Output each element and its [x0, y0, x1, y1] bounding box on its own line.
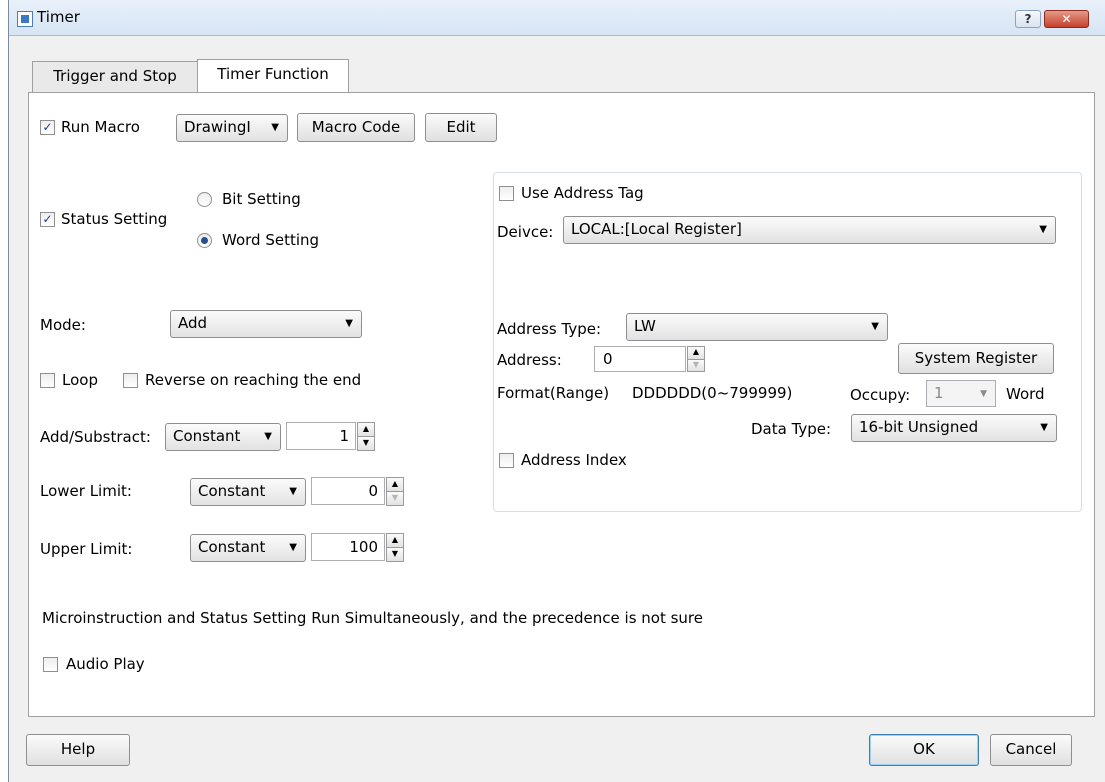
lower-limit-up-arrow-icon[interactable]: ▲ — [386, 477, 404, 492]
close-button[interactable]: ✕ — [1044, 10, 1089, 28]
reverse-label: Reverse on reaching the end — [145, 371, 362, 389]
add-substract-down-arrow-icon[interactable]: ▼ — [357, 436, 375, 451]
add-substract-up-arrow-icon[interactable]: ▲ — [357, 422, 375, 437]
data-type-select[interactable]: 16-bit Unsigned ▼ — [851, 414, 1057, 442]
chevron-down-icon: ▼ — [871, 321, 879, 332]
occupy-unit: Word — [1006, 385, 1045, 403]
address-input[interactable]: 0 — [594, 346, 686, 372]
add-substract-type-select[interactable]: Constant ▼ — [165, 423, 281, 451]
mode-select[interactable]: Add ▼ — [170, 310, 362, 338]
macro-select[interactable]: DrawingI ▼ — [176, 114, 288, 142]
help-icon-button[interactable]: ? — [1015, 10, 1041, 28]
chevron-down-icon: ▼ — [289, 542, 297, 553]
add-substract-input[interactable]: 1 — [286, 422, 356, 450]
mode-select-value: Add — [178, 314, 208, 332]
upper-limit-down-arrow-icon[interactable]: ▼ — [386, 547, 404, 562]
tab-trigger-and-stop[interactable]: Trigger and Stop — [32, 61, 198, 92]
lower-limit-label: Lower Limit: — [40, 482, 132, 500]
bit-setting-radio[interactable] — [197, 192, 212, 207]
lower-limit-type-select[interactable]: Constant ▼ — [190, 478, 306, 506]
run-macro-checkbox[interactable]: ✓ — [40, 120, 55, 135]
word-setting-label: Word Setting — [222, 231, 320, 249]
lower-limit-down-arrow-icon: ▼ — [386, 491, 404, 506]
cancel-button[interactable]: Cancel — [990, 734, 1072, 766]
address-index-label: Address Index — [521, 451, 627, 469]
system-register-button[interactable]: System Register — [898, 343, 1054, 374]
add-substract-type-value: Constant — [173, 427, 241, 445]
app-icon — [17, 11, 33, 27]
mode-label: Mode: — [40, 316, 86, 334]
chevron-down-icon: ▼ — [1039, 224, 1047, 235]
device-select-value: LOCAL:[Local Register] — [571, 220, 742, 238]
loop-checkbox[interactable] — [40, 373, 55, 388]
macro-select-value: DrawingI — [184, 118, 251, 136]
macro-code-button[interactable]: Macro Code — [297, 113, 415, 142]
occupy-value: 1 — [934, 384, 944, 402]
use-address-tag-label: Use Address Tag — [521, 184, 644, 202]
help-button[interactable]: Help — [26, 734, 130, 766]
precedence-note: Microinstruction and Status Setting Run … — [42, 609, 703, 627]
chevron-down-icon: ▼ — [1040, 422, 1048, 433]
lower-limit-input[interactable]: 0 — [311, 477, 385, 505]
address-type-value: LW — [634, 317, 656, 335]
upper-limit-type-value: Constant — [198, 538, 266, 556]
occupy-select: 1 ▼ — [926, 380, 996, 407]
chevron-down-icon: ▼ — [345, 318, 353, 329]
format-value: DDDDDD(0~799999) — [632, 384, 793, 402]
chevron-down-icon: ▼ — [264, 431, 272, 442]
upper-limit-up-arrow-icon[interactable]: ▲ — [386, 533, 404, 548]
lower-limit-type-value: Constant — [198, 482, 266, 500]
address-down-arrow-icon: ▼ — [687, 359, 705, 372]
chevron-down-icon: ▼ — [980, 389, 987, 399]
address-up-arrow-icon[interactable]: ▲ — [687, 346, 705, 360]
address-index-checkbox[interactable] — [499, 453, 514, 468]
upper-limit-input[interactable]: 100 — [311, 533, 385, 561]
chevron-down-icon: ▼ — [289, 486, 297, 497]
status-setting-label: Status Setting — [61, 210, 168, 228]
ok-button[interactable]: OK — [869, 734, 979, 766]
use-address-tag-checkbox[interactable] — [499, 186, 514, 201]
upper-limit-type-select[interactable]: Constant ▼ — [190, 534, 306, 562]
tab-timer-function[interactable]: Timer Function — [197, 59, 349, 92]
data-type-value: 16-bit Unsigned — [859, 418, 979, 436]
title-bar: Timer ? ✕ — [9, 0, 1105, 36]
window-title: Timer — [37, 8, 80, 26]
add-substract-label: Add/Substract: — [40, 428, 151, 446]
device-label: Deivce: — [497, 223, 554, 241]
device-select[interactable]: LOCAL:[Local Register] ▼ — [563, 216, 1056, 244]
chevron-down-icon: ▼ — [271, 122, 279, 133]
status-setting-checkbox[interactable]: ✓ — [40, 212, 55, 227]
run-macro-label: Run Macro — [61, 118, 140, 136]
reverse-checkbox[interactable] — [123, 373, 138, 388]
audio-play-checkbox[interactable] — [43, 657, 58, 672]
address-type-label: Address Type: — [497, 320, 602, 338]
edit-button[interactable]: Edit — [425, 113, 497, 142]
upper-limit-label: Upper Limit: — [40, 540, 133, 558]
occupy-label: Occupy: — [850, 386, 911, 404]
bit-setting-label: Bit Setting — [222, 190, 301, 208]
loop-label: Loop — [62, 371, 98, 389]
audio-play-label: Audio Play — [66, 655, 145, 673]
data-type-label: Data Type: — [751, 420, 832, 438]
address-type-select[interactable]: LW ▼ — [626, 313, 888, 341]
format-label: Format(Range) — [497, 384, 610, 402]
word-setting-radio[interactable] — [197, 233, 212, 248]
address-label: Address: — [497, 351, 562, 369]
